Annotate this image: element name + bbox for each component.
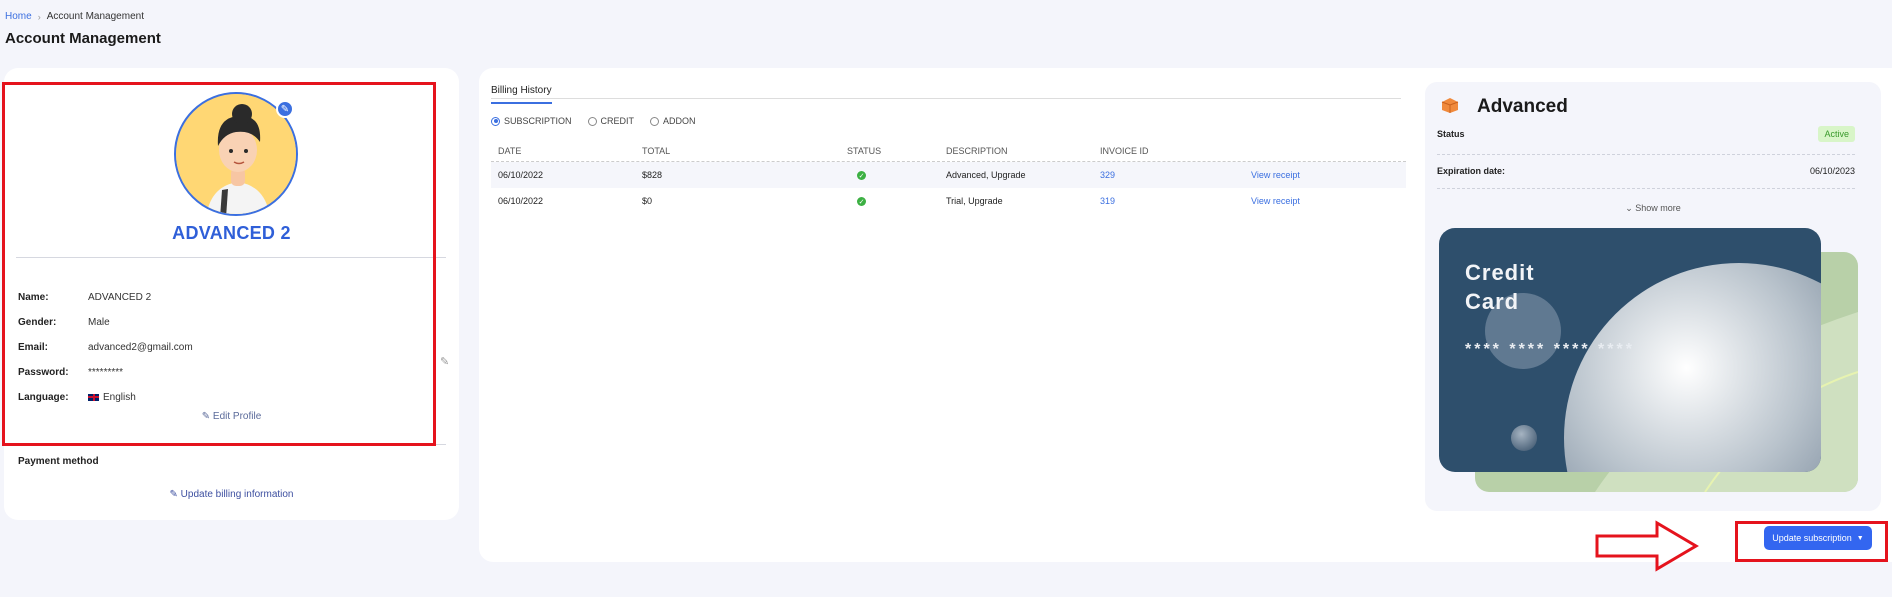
radio-dot <box>491 116 500 126</box>
update-billing-label: Update billing information <box>180 489 294 500</box>
update-subscription-button[interactable]: Update subscription ▼ <box>1764 526 1872 550</box>
billing-filter-radios: SUBSCRIPTION CREDIT ADDON <box>491 116 696 126</box>
breadcrumb: Home › Account Management <box>5 11 144 22</box>
credit-card-title: Credit Card <box>1465 258 1535 316</box>
caret-down-icon: ▼ <box>1856 534 1864 542</box>
edit-profile-label: Edit Profile <box>212 411 262 422</box>
cell-status: ✓ <box>847 170 946 181</box>
billing-tabs: Billing History <box>491 80 1401 104</box>
plan-status-label: Status <box>1437 129 1465 139</box>
cell-description: Trial, Upgrade <box>946 196 1003 206</box>
chevron-down-icon: ⌄ <box>1625 203 1633 213</box>
column-header: TOTAL <box>642 146 671 156</box>
radio-addon[interactable]: ADDON <box>650 116 696 126</box>
avatar-edit-button[interactable]: ✎ <box>276 100 294 118</box>
avatar-wrap: ✎ <box>174 92 298 216</box>
breadcrumb-home-link[interactable]: Home <box>5 11 32 22</box>
billing-table: DATE TOTAL STATUS DESCRIPTION INVOICE ID… <box>491 141 1406 214</box>
radio-label: SUBSCRIPTION <box>504 116 572 126</box>
update-billing-button[interactable]: ✎ Update billing information <box>4 489 459 500</box>
profile-card: ✎ ADVANCED 2 Name: ADVANCED 2 Gender: Ma… <box>4 68 459 520</box>
package-icon <box>1441 98 1459 113</box>
update-subscription-label: Update subscription <box>1772 533 1852 543</box>
edit-profile-button[interactable]: ✎ Edit Profile <box>4 411 459 422</box>
table-header: DATE TOTAL STATUS DESCRIPTION INVOICE ID <box>491 141 1406 162</box>
divider <box>1437 154 1855 155</box>
info-row-gender: Gender: Male <box>18 317 110 328</box>
billing-card: Billing History SUBSCRIPTION CREDIT ADDO… <box>479 68 1892 562</box>
plan-expiration-value: 06/10/2023 <box>1809 166 1855 176</box>
cell-total: $828 <box>642 170 663 180</box>
radio-subscription[interactable]: SUBSCRIPTION <box>491 116 572 126</box>
cell-date: 06/10/2022 <box>498 170 544 180</box>
plan-expiration-label: Expiration date: <box>1437 166 1506 176</box>
view-receipt-link[interactable]: View receipt <box>1251 196 1406 206</box>
view-receipt-link[interactable]: View receipt <box>1251 170 1406 180</box>
table-row: 06/10/2022 $0 ✓ Trial, Upgrade 319 View … <box>491 188 1406 214</box>
cell-date: 06/10/2022 <box>498 196 544 206</box>
info-value: advanced2@gmail.com <box>88 342 193 353</box>
status-badge: Active <box>1818 126 1855 142</box>
language-value: English <box>103 392 136 403</box>
red-arrow-icon <box>1595 520 1699 572</box>
pencil-icon: ✎ <box>280 103 290 115</box>
info-label: Email: <box>18 342 49 353</box>
plan-expiration-row: Expiration date: 06/10/2023 <box>1437 166 1855 176</box>
profile-name: ADVANCED 2 <box>172 223 291 243</box>
invoice-link[interactable]: 319 <box>1100 196 1251 206</box>
tab-billing-history[interactable]: Billing History <box>491 85 552 104</box>
column-header: STATUS <box>847 146 882 156</box>
check-circle-icon: ✓ <box>857 171 866 181</box>
show-more-label: Show more <box>1635 203 1681 213</box>
breadcrumb-current: Account Management <box>46 11 144 22</box>
payment-method-label: Payment method <box>18 456 99 467</box>
info-row-password: Password: ********* <box>18 367 123 378</box>
radio-label: CREDIT <box>600 116 635 126</box>
divider <box>16 444 446 445</box>
plan-name: Advanced <box>1477 96 1568 117</box>
radio-dot <box>650 116 660 126</box>
radio-credit[interactable]: CREDIT <box>587 116 635 126</box>
check-circle-icon: ✓ <box>857 197 866 207</box>
plan-panel: Advanced Status Active Expiration date: … <box>1425 82 1881 511</box>
info-value: Male <box>88 317 110 328</box>
show-more-button[interactable]: ⌄ Show more <box>1425 203 1881 214</box>
cell-description: Advanced, Upgrade <box>946 170 1026 180</box>
card-title-line: Card <box>1465 289 1520 314</box>
info-value: ********* <box>88 367 124 378</box>
breadcrumb-separator: › <box>37 11 41 22</box>
info-row-language: Language: English <box>18 392 136 403</box>
column-header: DESCRIPTION <box>946 146 1008 156</box>
divider <box>16 257 446 258</box>
page-title: Account Management <box>5 30 161 47</box>
info-label: Language: <box>18 392 69 403</box>
info-row-email: Email: advanced2@gmail.com <box>18 342 193 353</box>
divider <box>1437 188 1855 189</box>
invoice-link[interactable]: 329 <box>1100 170 1251 180</box>
info-row-name: Name: ADVANCED 2 <box>18 292 151 303</box>
info-label: Password: <box>18 367 69 378</box>
edit-icon: ✎ <box>169 489 178 500</box>
info-label: Name: <box>18 292 49 303</box>
edit-icon: ✎ <box>201 411 211 422</box>
table-row: 06/10/2022 $828 ✓ Advanced, Upgrade 329 … <box>491 162 1406 188</box>
credit-card-number: **** **** **** **** <box>1465 341 1635 358</box>
column-header: INVOICE ID <box>1100 146 1149 156</box>
column-header: DATE <box>498 146 522 156</box>
credit-card: Credit Card **** **** **** **** <box>1439 228 1821 472</box>
cell-status: ✓ <box>847 196 946 207</box>
info-value: ADVANCED 2 <box>88 292 152 303</box>
uk-flag-icon <box>88 393 99 401</box>
info-label: Gender: <box>18 317 57 328</box>
card-title-line: Credit <box>1465 260 1535 285</box>
cell-total: $0 <box>642 196 653 206</box>
radio-label: ADDON <box>663 116 696 126</box>
info-value: English <box>88 392 136 403</box>
plan-status-row: Status Active <box>1437 126 1855 142</box>
pencil-icon[interactable]: ✎ <box>440 355 449 368</box>
radio-dot <box>587 116 597 126</box>
